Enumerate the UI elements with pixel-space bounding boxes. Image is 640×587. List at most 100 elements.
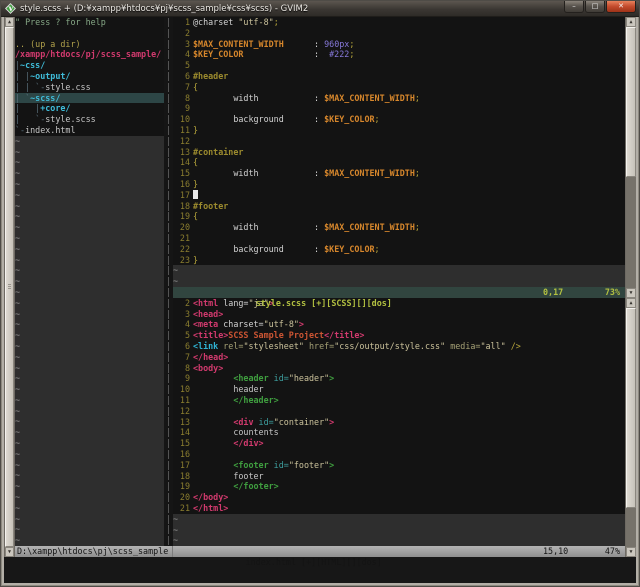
right-scrollbar-top-thumb[interactable] [626,27,636,177]
minimize-button[interactable]: – [564,1,584,13]
code-line[interactable]: 2 [173,28,625,39]
tree-item[interactable]: | | `-style.css [15,82,164,93]
code-line[interactable]: 10 background : $KEY_COLOR; [173,114,625,125]
code-line[interactable]: 17 [173,190,625,201]
code-line[interactable]: 15 </div> [173,438,625,449]
separator-glyph: | [164,222,173,233]
code-line[interactable]: 11} [173,125,625,136]
statusline-bottom[interactable]: D:\xampp\htdocs\pj\scss_sample index.htm… [15,546,625,557]
tree-item[interactable]: " Press ? for help [15,17,164,28]
text-segment [193,373,233,383]
scroll-up-icon[interactable]: ▲ [5,17,14,27]
scrollbar-track[interactable] [626,508,636,547]
separator-glyph: | [164,427,173,438]
code-line[interactable]: 13#container [173,147,625,158]
tree-item[interactable]: .. (up a dir) [15,39,164,50]
separator-glyph: | [164,330,173,341]
line-number: 12 [173,136,190,147]
scroll-up-icon[interactable]: ▲ [626,17,636,27]
scroll-up-icon[interactable]: ▲ [626,298,636,308]
code-line[interactable]: 19{ [173,211,625,222]
tree-item[interactable]: | `-style.scss [15,114,164,125]
code-line[interactable]: 12 [173,406,625,417]
tree-item[interactable]: | |~output/ [15,71,164,82]
code-line[interactable]: 12 [173,136,625,147]
statusline-filename: index.html [+][HTML][][dos] [244,557,382,567]
tree-item[interactable]: | `~scss/ [15,93,164,104]
code-line[interactable]: 20</body> [173,492,625,503]
nontext-row: ~ [15,341,164,352]
titlebar[interactable]: style.scss + (D:¥xampp¥htdocs¥pj¥scss_sa… [1,1,639,17]
code-line[interactable]: 17 <footer id="footer"> [173,460,625,471]
code-line[interactable]: 9 [173,103,625,114]
left-scrollbar[interactable]: ▲ ▼ [4,17,15,557]
code-line[interactable]: 16 [173,449,625,460]
tree-item[interactable]: | |+core/ [15,103,164,114]
text-segment: ; [349,49,354,59]
code-line[interactable]: 6#header [173,71,625,82]
code-line[interactable]: 9 <header id="header"> [173,373,625,384]
code-line[interactable]: 1@charset "utf-8"; [173,17,625,28]
scroll-down-icon[interactable]: ▼ [626,547,636,557]
code-line[interactable]: 21 [173,233,625,244]
code-line[interactable]: 7</head> [173,352,625,363]
text-segment: "footer" [289,460,329,470]
scrollbar-track[interactable] [626,177,636,288]
text-segment: </footer> [233,481,278,491]
text-segment [193,481,233,491]
code-line[interactable]: 11 </header> [173,395,625,406]
right-scrollbar[interactable]: ▲ ▼ ▲ ▼ [625,17,636,557]
code-line[interactable]: 22 background : $KEY_COLOR; [173,244,625,255]
line-number: 2 [173,28,190,39]
maximize-button[interactable]: □ [585,1,605,13]
code-line[interactable]: 16} [173,179,625,190]
code-line[interactable]: 10 header [173,384,625,395]
file-tree-pane[interactable]: " Press ? for help .. (up a dir)/xampp/ht… [15,17,164,546]
code-line[interactable]: 8<body> [173,363,625,374]
right-scrollbar-bottom[interactable]: ▲ ▼ [626,298,636,557]
nontext-row: ~ [15,481,164,492]
close-button[interactable]: ✕ [606,1,636,13]
text-segment: > [329,460,334,470]
line-number: 5 [173,60,190,71]
separator-glyph: | [164,157,173,168]
text-segment: | ` [15,93,30,103]
code-line[interactable]: 20 width : $MAX_CONTENT_WIDTH; [173,222,625,233]
code-line[interactable]: 14 countents [173,427,625,438]
code-line[interactable]: 19 </footer> [173,481,625,492]
code-line[interactable]: 18#footer [173,201,625,212]
left-scrollbar-thumb[interactable] [5,27,14,547]
code-line[interactable]: 3$MAX_CONTENT_WIDTH : 960px; [173,39,625,50]
statusline-scss[interactable]: style.scss [+][SCSS][][dos] 0,17 73% [173,287,625,298]
text-segment: width : [193,168,324,178]
code-line[interactable]: 14{ [173,157,625,168]
code-line[interactable]: 7{ [173,82,625,93]
code-line[interactable]: 18 footer [173,471,625,482]
scroll-down-icon[interactable]: ▼ [5,547,14,557]
tree-item[interactable]: /xampp/htdocs/pj/scss_sample/ [15,49,164,60]
separator-glyph: | [164,125,173,136]
code-line[interactable]: 21</html> [173,503,625,514]
tree-item[interactable]: `-index.html [15,125,164,136]
vertical-split-separator[interactable]: ||||||||||||||||||||||||||||||||||||||||… [164,17,173,546]
code-line[interactable]: 13 <div id="container"> [173,417,625,428]
code-line[interactable]: 8 width : $MAX_CONTENT_WIDTH; [173,93,625,104]
scroll-down-icon[interactable]: ▼ [626,288,636,298]
window-body: ▲ ▼ " Press ? for help .. (up a dir)/xamp… [1,17,639,586]
code-line[interactable]: 6<link rel="stylesheet" href="css/output… [173,341,625,352]
separator-glyph: | [164,492,173,503]
right-scrollbar-bottom-thumb[interactable] [626,308,636,508]
line-number: 12 [173,406,190,417]
tree-item[interactable] [15,28,164,39]
right-scrollbar-top[interactable]: ▲ ▼ [626,17,636,298]
code-line[interactable]: 23} [173,255,625,266]
separator-glyph: | [164,535,173,546]
code-line[interactable]: 5 [173,60,625,71]
scss-editor-pane[interactable]: 1@charset "utf-8";23$MAX_CONTENT_WIDTH :… [173,17,625,287]
code-line[interactable]: 4$KEY_COLOR : #222; [173,49,625,60]
line-number: 16 [173,179,190,190]
line-number: 21 [173,233,190,244]
separator-glyph: | [164,244,173,255]
tree-item[interactable]: |~css/ [15,60,164,71]
code-line[interactable]: 15 width : $MAX_CONTENT_WIDTH; [173,168,625,179]
